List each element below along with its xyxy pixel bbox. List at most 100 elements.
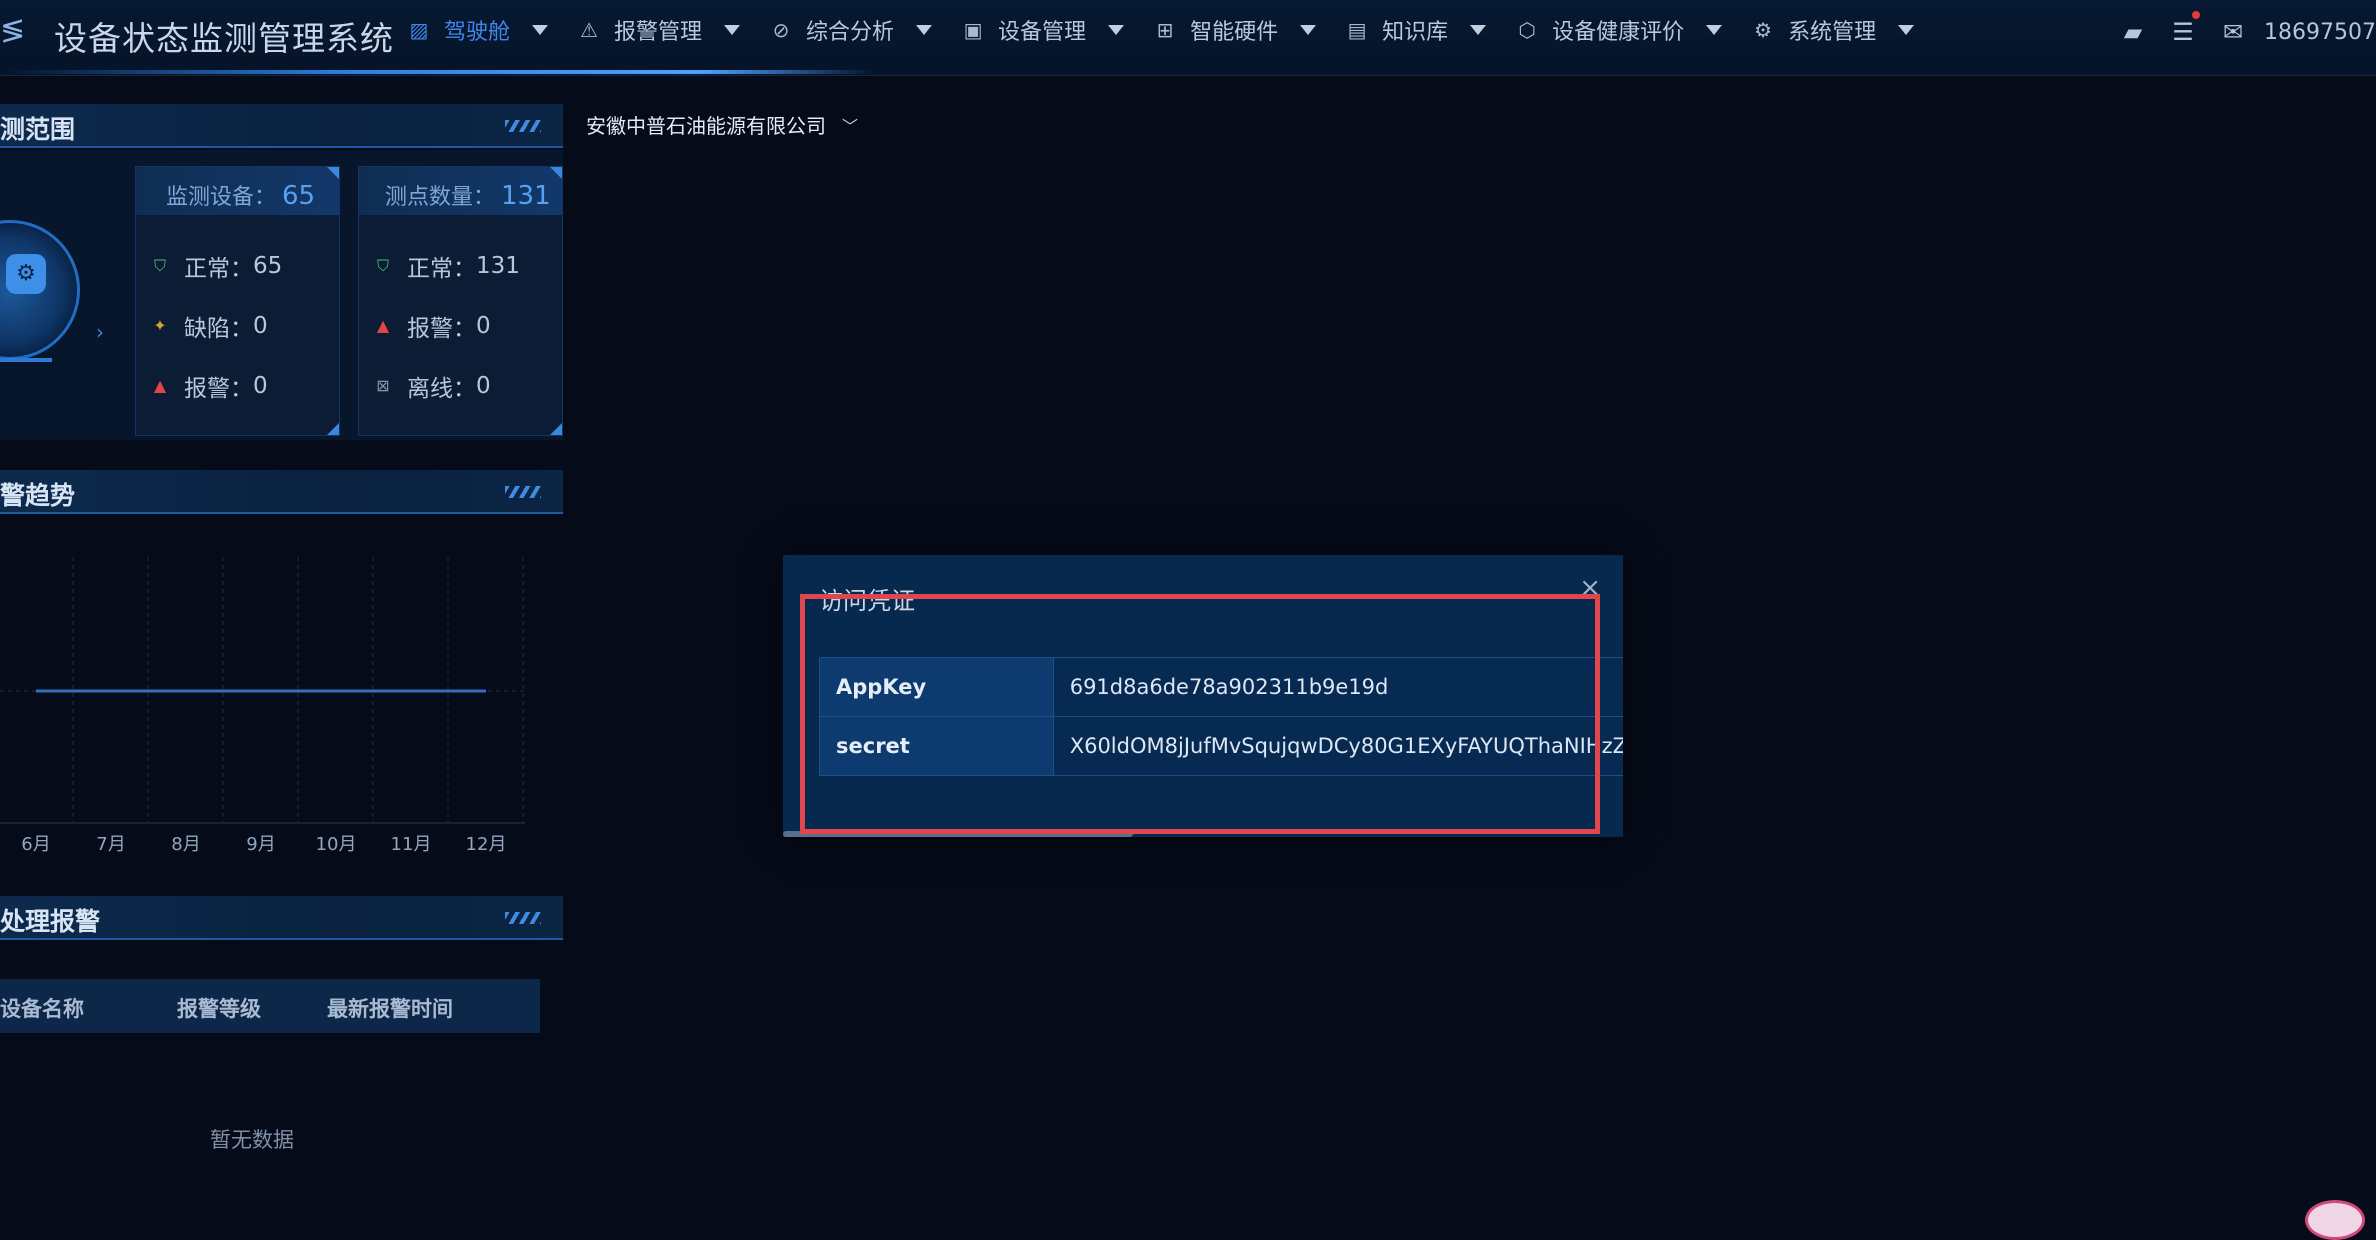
secret-label: secret xyxy=(819,716,1054,776)
column-alarm-level[interactable]: 报警等级 xyxy=(177,993,261,1023)
caret-down-icon[interactable] xyxy=(1470,25,1487,35)
stat-label: 报警： xyxy=(184,376,253,402)
nav-item-system[interactable]: ⚙ 系统管理 xyxy=(1752,12,1915,48)
folder-icon[interactable]: ▰ xyxy=(2118,17,2148,47)
horizontal-scrollbar[interactable] xyxy=(783,831,1133,837)
user-phone[interactable]: 18697507 xyxy=(2264,20,2376,45)
x-tick-label: 7月 xyxy=(96,834,126,855)
alarm-icon: ⚠ xyxy=(580,18,598,42)
trend-chart-svg xyxy=(0,557,525,824)
nav-label: 综合分析 xyxy=(806,20,895,45)
panel-header-monitor: 测范围 xyxy=(0,104,563,148)
nav-item-health[interactable]: ⬡ 设备健康评价 xyxy=(1516,12,1723,48)
nav-label: 系统管理 xyxy=(1788,20,1877,45)
monitor-devices-card: 监测设备： 65 ⛉ 正常： 65 ✦ 缺陷： 0 ▲ 报警： 0 xyxy=(135,166,340,436)
header-tools: ▰ ☰ ✉ 18697507 xyxy=(2098,11,2376,48)
caret-down-icon[interactable] xyxy=(724,25,741,35)
stat-alarm: ▲ 报警： 0 xyxy=(150,371,268,402)
stat-value: 0 xyxy=(253,313,268,339)
nav-label: 报警管理 xyxy=(614,20,703,45)
notification-dot xyxy=(2192,11,2201,19)
x-tick-label: 11月 xyxy=(390,834,432,855)
mail-icon[interactable]: ✉ xyxy=(2218,17,2248,47)
decor-slashes xyxy=(505,120,541,132)
monitor-panel: ⚙ › 监测设备： 65 ⛉ 正常： 65 ✦ 缺陷： 0 ▲ 报警： 0 测点数… xyxy=(0,150,563,440)
caret-down-icon[interactable] xyxy=(1706,25,1723,35)
nav-item-alarm[interactable]: ⚠ 报警管理 xyxy=(578,12,741,48)
stat-value: 0 xyxy=(253,373,268,399)
card-label: 测点数量： 131 xyxy=(385,179,551,211)
caret-down-icon[interactable] xyxy=(1898,25,1915,35)
company-selector[interactable]: 安徽中普石油能源有限公司 ﹀ xyxy=(586,110,858,139)
panel-title: 警趋势 xyxy=(0,481,76,510)
panel-title: 测范围 xyxy=(0,115,76,144)
corner-decor xyxy=(550,423,562,435)
assistant-avatar[interactable] xyxy=(2305,1200,2365,1240)
x-tick-label: 12月 xyxy=(465,834,507,855)
decor-slashes xyxy=(505,486,541,498)
stat-value: 0 xyxy=(476,313,491,339)
stat-label: 正常： xyxy=(407,256,476,282)
panel-title: 处理报警 xyxy=(0,907,101,936)
column-latest-alarm-time[interactable]: 最新报警时间 xyxy=(327,993,453,1023)
panel-header-trend: 警趋势 xyxy=(0,470,563,514)
panel-header-pending: 处理报警 xyxy=(0,896,563,940)
shield-check-icon: ⛉ xyxy=(153,256,166,275)
book-icon: ▤ xyxy=(1347,18,1367,42)
column-device-name[interactable]: 设备名称 xyxy=(0,993,84,1023)
analysis-icon: ⊘ xyxy=(772,18,790,42)
top-navbar: ≶ 设备状态监测管理系统 ▨ 驾驶舱 ⚠ 报警管理 ⊘ 综合分析 ▣ 设备管理 … xyxy=(0,0,2376,76)
nav-item-device[interactable]: ▣ 设备管理 xyxy=(962,12,1125,48)
settings-icon: ⚙ xyxy=(1754,18,1773,42)
card-value: 131 xyxy=(501,181,551,211)
secret-value[interactable]: X60ldOM8jJufMvSqujqwDCy80G1EXyFAYUQThaNI… xyxy=(1052,716,1623,776)
arrow-right-icon: › xyxy=(96,320,104,344)
table-row: AppKey 691d8a6de78a902311b9e19d xyxy=(819,657,1623,717)
trend-chart xyxy=(0,553,563,853)
decor-slashes xyxy=(505,912,541,924)
card-header: 监测设备： 65 xyxy=(136,167,339,215)
caret-down-icon[interactable] xyxy=(1300,25,1317,35)
nav-label: 知识库 xyxy=(1382,20,1449,45)
nav-item-knowledge[interactable]: ▤ 知识库 xyxy=(1346,12,1487,48)
nav-item-analysis[interactable]: ⊘ 综合分析 xyxy=(770,12,933,48)
device-gear-icon: ⚙ xyxy=(6,254,46,294)
siren-icon: ▲ xyxy=(153,376,167,395)
nav-glow-line xyxy=(0,70,875,74)
stat-defect: ✦ 缺陷： 0 xyxy=(150,311,268,342)
corner-decor xyxy=(327,423,339,435)
stat-value: 65 xyxy=(253,253,283,279)
caret-down-icon[interactable] xyxy=(532,25,549,35)
hexagon-icon: ⬡ xyxy=(1518,18,1536,42)
shield-check-icon: ⛉ xyxy=(376,256,389,275)
nav-item-hardware[interactable]: ⊞ 智能硬件 xyxy=(1154,12,1317,48)
caret-down-icon[interactable] xyxy=(916,25,933,35)
close-icon[interactable]: × xyxy=(1579,573,1601,603)
nav-label: 驾驶舱 xyxy=(444,20,511,45)
stat-normal: ⛉ 正常： 65 xyxy=(150,251,283,282)
x-tick-label: 8月 xyxy=(171,834,201,855)
credentials-table: AppKey 691d8a6de78a902311b9e19d secret X… xyxy=(819,657,1623,776)
offline-icon: ⊠ xyxy=(376,376,390,395)
card-value: 65 xyxy=(282,181,316,211)
nav-label: 设备健康评价 xyxy=(1552,20,1685,45)
stat-label: 缺陷： xyxy=(184,316,253,342)
nav-label: 设备管理 xyxy=(998,20,1087,45)
chip-icon: ⊞ xyxy=(1156,18,1174,42)
ring-base-line xyxy=(0,358,52,362)
siren-icon: ▲ xyxy=(376,316,390,335)
stat-normal: ⛉ 正常： 131 xyxy=(373,251,520,282)
nav-item-cockpit[interactable]: ▨ 驾驶舱 xyxy=(408,12,549,48)
corner-decor xyxy=(550,167,562,179)
notice-icon[interactable]: ☰ xyxy=(2168,11,2201,47)
app-title: 设备状态监测管理系统 xyxy=(54,19,394,58)
stat-label: 报警： xyxy=(407,316,476,342)
logo-icon: ≶ xyxy=(0,13,26,48)
chevron-down-icon: ﹀ xyxy=(842,116,859,136)
stat-label: 离线： xyxy=(407,376,476,402)
caret-down-icon[interactable] xyxy=(1108,25,1125,35)
corner-decor xyxy=(327,167,339,179)
appkey-value[interactable]: 691d8a6de78a902311b9e19d xyxy=(1052,657,1623,717)
stat-label: 正常： xyxy=(184,256,253,282)
x-tick-label: 10月 xyxy=(315,834,357,855)
